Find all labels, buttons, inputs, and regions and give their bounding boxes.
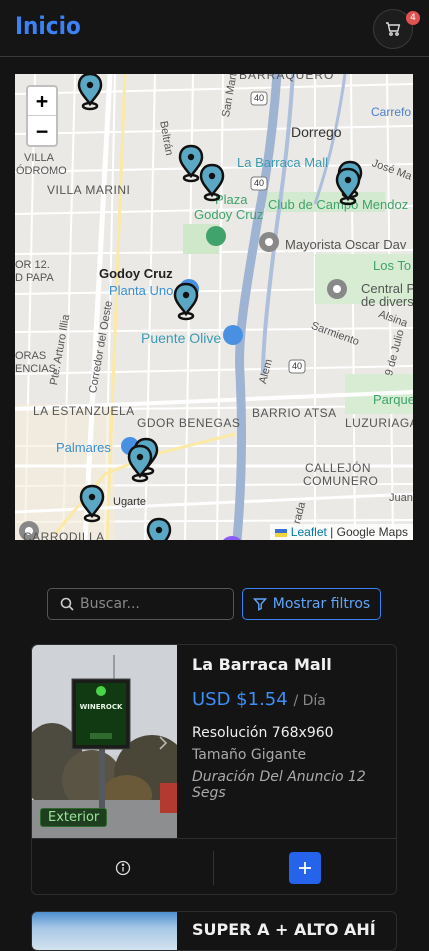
listing-footer [32,838,396,894]
map-label: Dorrego [291,124,342,140]
map-label: CALLEJÓN [305,461,372,475]
map-label: Mayorista Oscar Dav [285,237,407,252]
cart-count-badge: 4 [406,11,420,25]
exterior-badge: Exterior [40,808,108,827]
map-label: Puente Olive [141,330,222,346]
map-label: Godoy Cruz [194,207,264,222]
search-input[interactable] [80,596,220,612]
map-label: CARRODILLA [23,530,105,540]
price-unit: / Día [293,693,326,709]
listing-card[interactable]: SUPER A + ALTO AHÍ [31,911,397,951]
map-label: LA ESTANZUELA [33,404,135,418]
listing-size: Tamaño Gigante [192,747,307,763]
map-label: VILLA MARINI [47,183,131,197]
map-label: La Barraca Mall [237,155,329,170]
page-title: Inicio [15,12,81,40]
route-label: 40 [292,361,303,371]
map-label: Planta Uno [109,283,174,298]
map-marker[interactable] [125,444,155,484]
map-label: Los To [373,258,412,273]
route-label: 40 [254,93,265,103]
zoom-control: + − [26,85,58,147]
map-label: Ugarte [113,496,147,508]
search-box [47,588,234,620]
map-attribution: Leaflet | Google Maps [270,524,413,540]
map-marker[interactable] [77,484,107,524]
leaflet-link[interactable]: Leaflet [291,525,327,539]
map-label: BARRAQUERO [239,74,335,82]
app-header: Inicio 4 [0,0,429,57]
map-label: ÓDROMO [16,165,67,177]
show-filters-label: Mostrar filtros [272,596,371,612]
add-to-cart-button[interactable] [289,852,321,884]
filter-icon [252,598,267,611]
filters-bar: Mostrar filtros [47,588,381,620]
listing-image[interactable] [32,912,177,950]
listing-name: La Barraca Mall [192,655,332,674]
listing-name: SUPER A + ALTO AHÍ [192,920,376,939]
map[interactable]: BARRAQUERO Carrefo Dorrego Beltrán San M… [15,74,413,540]
map-marker[interactable] [333,167,363,207]
map-label: OR 12. [15,259,50,271]
map-label: Godoy Cruz [99,266,173,281]
listing-price: USD $1.54 / Día [192,689,326,710]
search-icon [60,597,74,611]
show-filters-button[interactable]: Mostrar filtros [242,588,381,620]
map-label: Palmares [56,440,111,455]
map-label: D PAPA [15,272,54,284]
map-label: Juan [389,492,413,504]
billboard-text: WINEROCK [80,703,123,711]
info-icon [115,860,131,876]
listing-card[interactable]: WINEROCK Exterior La Barraca Mall USD $1… [31,644,397,895]
info-button[interactable] [112,857,134,879]
ukraine-flag-icon [275,528,288,537]
map-label: BARRIO ATSA [252,406,337,420]
listing-duration: Duración Del Anuncio 12 Segs [192,769,366,801]
plus-icon [299,862,311,874]
map-label: ENCIAS [15,363,56,375]
map-marker[interactable] [171,282,201,322]
zoom-in-button[interactable]: + [28,87,56,116]
route-label: 40 [254,178,265,188]
footer-divider [213,851,214,885]
attribution-text: | Google Maps [326,525,408,539]
map-marker[interactable] [75,74,105,112]
map-label: VILLA [24,152,54,164]
cart-icon [386,22,401,36]
zoom-out-button[interactable]: − [28,116,56,145]
map-label: Carrefo [371,105,412,119]
map-label: ORAS [15,350,47,362]
map-label: de diversi [361,294,413,309]
map-marker[interactable] [197,163,227,203]
price-value: USD $1.54 [192,689,288,710]
listing-resolution: Resolución 768x960 [192,725,334,741]
listing-image[interactable]: WINEROCK Exterior [32,645,177,838]
map-label: Parque [373,392,413,407]
map-label: LUZURIAGA [345,416,413,430]
map-marker[interactable] [144,517,174,540]
map-label: GDOR BENEGAS [137,416,241,430]
map-label: COMUNERO [303,474,379,488]
